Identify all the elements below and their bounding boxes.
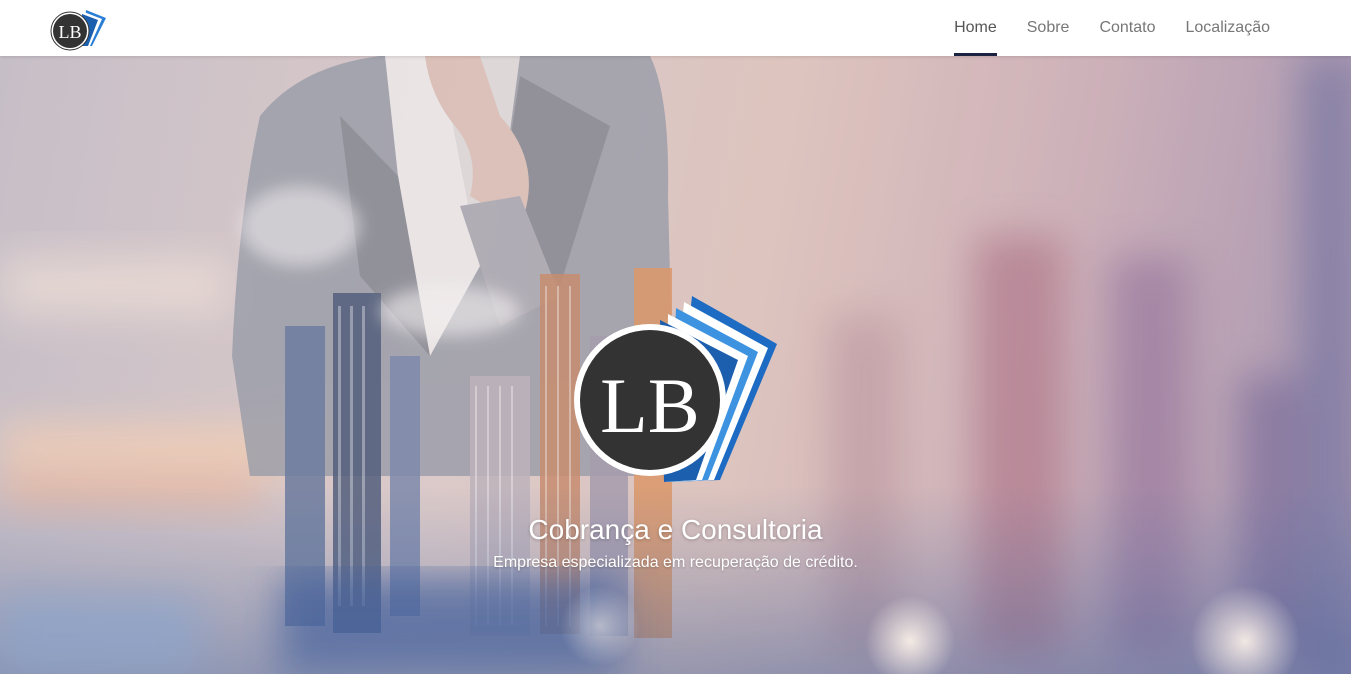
hero-logo-initials: LB [600, 362, 700, 449]
nav-item-contato[interactable]: Contato [1084, 0, 1170, 56]
hero-subtitle: Empresa especializada em recuperação de … [493, 554, 858, 571]
lb-book-logo-icon: LB [50, 10, 106, 51]
top-navbar: LB Home Sobre Contato Localização [0, 0, 1351, 56]
nav-item-home[interactable]: Home [939, 0, 1012, 56]
nav-item-localizacao[interactable]: Localização [1171, 0, 1286, 56]
hero-title: Cobrança e Consultoria [528, 514, 823, 545]
hero-section: LB Cobrança e Consultoria Empresa especi… [0, 56, 1351, 674]
main-nav: Home Sobre Contato Localização [939, 0, 1285, 56]
hero-lb-logo-icon: LB [574, 296, 777, 482]
nav-item-sobre[interactable]: Sobre [1012, 0, 1085, 56]
brand-logo-link[interactable]: LB [48, 6, 110, 52]
logo-initials: LB [58, 22, 81, 42]
